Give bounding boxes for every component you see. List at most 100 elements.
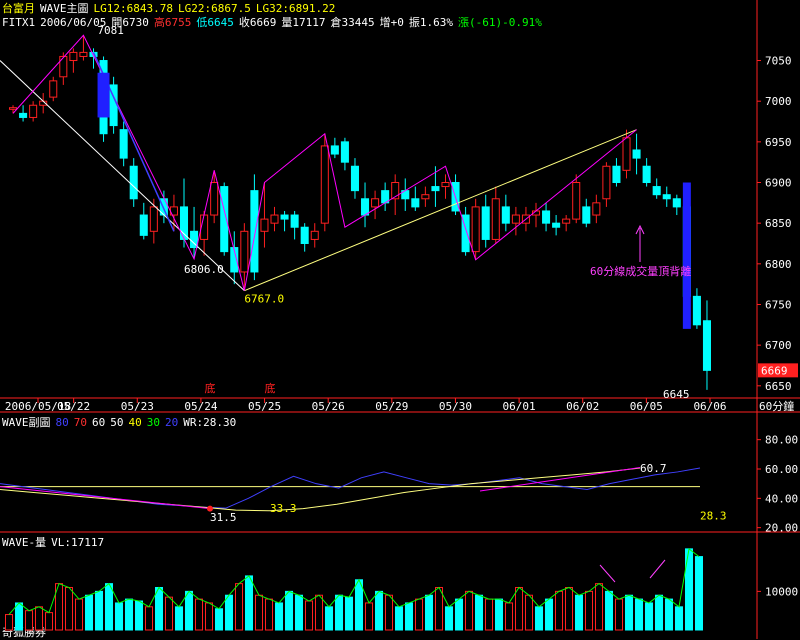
blue-highlight-bar	[682, 182, 691, 329]
osc-wave-segment	[0, 486, 211, 510]
volume-bar	[105, 583, 113, 631]
candle-body	[240, 230, 249, 273]
candle-body	[602, 165, 611, 200]
volume-bar	[305, 600, 313, 631]
date-tick-label: 05/23	[121, 400, 154, 413]
volume-bar	[345, 596, 353, 631]
volume-bar	[115, 602, 123, 631]
volume-bar	[455, 598, 463, 631]
volume-bar	[475, 594, 483, 631]
candle-body	[572, 182, 581, 220]
volume-bar	[265, 598, 273, 631]
volume-bar	[615, 598, 623, 631]
peak-label: 7081	[97, 24, 124, 37]
candle-body	[300, 226, 309, 244]
candle-body	[612, 165, 621, 184]
volume-bar	[255, 594, 263, 631]
candle-body	[270, 214, 279, 224]
volume-bar	[25, 610, 33, 631]
chart-svg: 6650670067506800685069006950700070502006…	[0, 0, 800, 639]
candle-body	[622, 137, 631, 171]
osc-wave-segment	[479, 467, 641, 492]
osc-tick-label: 80.00	[765, 434, 798, 447]
volume-bar	[565, 587, 573, 631]
price-tick-label: 6900	[765, 177, 792, 190]
volume-bar	[245, 575, 253, 631]
volume-bar	[555, 590, 563, 631]
candle-body	[642, 165, 651, 184]
volume-bar	[225, 594, 233, 631]
volume-bar	[215, 608, 223, 631]
bottom-marker: 底	[265, 381, 276, 395]
chart-stage: 台富月 WAVE主圖 LG12:6843.78 LG22:6867.5 LG32:689…	[0, 0, 800, 639]
volume-bar	[635, 598, 643, 631]
bottom-marker: 底	[205, 381, 216, 395]
candle-body	[481, 206, 490, 240]
candle-body	[411, 198, 420, 208]
volume-bar	[415, 598, 423, 631]
price-tick-label: 6650	[765, 380, 792, 393]
candle-body	[592, 202, 601, 216]
vol-tick-label: 10000	[765, 585, 798, 598]
osc-tick-label: 40.00	[765, 492, 798, 505]
date-tick-label: 06/01	[503, 400, 536, 413]
volume-bar	[205, 602, 213, 631]
price-tick-label: 6800	[765, 258, 792, 271]
volume-bar	[335, 594, 343, 631]
candle-body	[340, 141, 349, 163]
volume-bar	[195, 598, 203, 631]
vol-arrow	[649, 559, 666, 579]
volume-bar	[235, 583, 243, 631]
volume-bar	[445, 606, 453, 631]
candle-body	[582, 206, 591, 224]
candle-body	[149, 206, 158, 232]
candle-body	[69, 51, 78, 62]
volume-bar	[175, 606, 183, 631]
date-tick-label: 06/02	[566, 400, 599, 413]
candle-body	[562, 218, 571, 224]
volume-bar	[505, 602, 513, 631]
candle-body	[692, 295, 701, 326]
date-tick-label: 06/05	[630, 400, 663, 413]
downtrend-line	[0, 60, 245, 292]
candle-body	[320, 145, 329, 224]
volume-bar	[655, 594, 663, 631]
volume-bar	[375, 590, 383, 631]
low2-label: 6767.0	[244, 293, 284, 306]
volume-bar	[325, 606, 333, 631]
volume-bar	[585, 590, 593, 631]
volume-bar	[15, 602, 23, 631]
volume-bar	[35, 606, 43, 631]
volume-bar	[145, 606, 153, 631]
volume-bar	[395, 606, 403, 631]
volume-bar	[75, 598, 83, 631]
candle-body	[260, 218, 269, 232]
volume-bar	[545, 598, 553, 631]
candle-body	[371, 198, 380, 208]
price-tick-label: 6700	[765, 339, 792, 352]
candle-body	[672, 198, 681, 208]
volume-bar	[295, 594, 303, 631]
volume-bar	[135, 600, 143, 631]
volume-bar	[85, 594, 93, 631]
candle-body	[491, 198, 500, 240]
candle-body	[421, 194, 430, 200]
candle-body	[511, 214, 520, 224]
volume-bar	[675, 606, 683, 631]
candle-body	[361, 198, 370, 216]
osc-label: 28.3	[700, 509, 727, 522]
candle-body	[441, 182, 450, 188]
volume-bar	[645, 602, 653, 631]
candle-body	[49, 80, 58, 98]
price-tick-label: 6750	[765, 298, 792, 311]
volume-bar	[435, 587, 443, 631]
candle-body	[330, 145, 339, 155]
interval-label: 60分鐘	[759, 399, 794, 413]
date-tick-label: 05/22	[57, 400, 90, 413]
volume-bar	[515, 587, 523, 631]
volume-bar	[125, 598, 133, 631]
candle-body	[29, 104, 38, 118]
low3-label: 6645	[663, 388, 690, 401]
volume-bar	[695, 556, 703, 631]
candle-body	[79, 51, 88, 57]
